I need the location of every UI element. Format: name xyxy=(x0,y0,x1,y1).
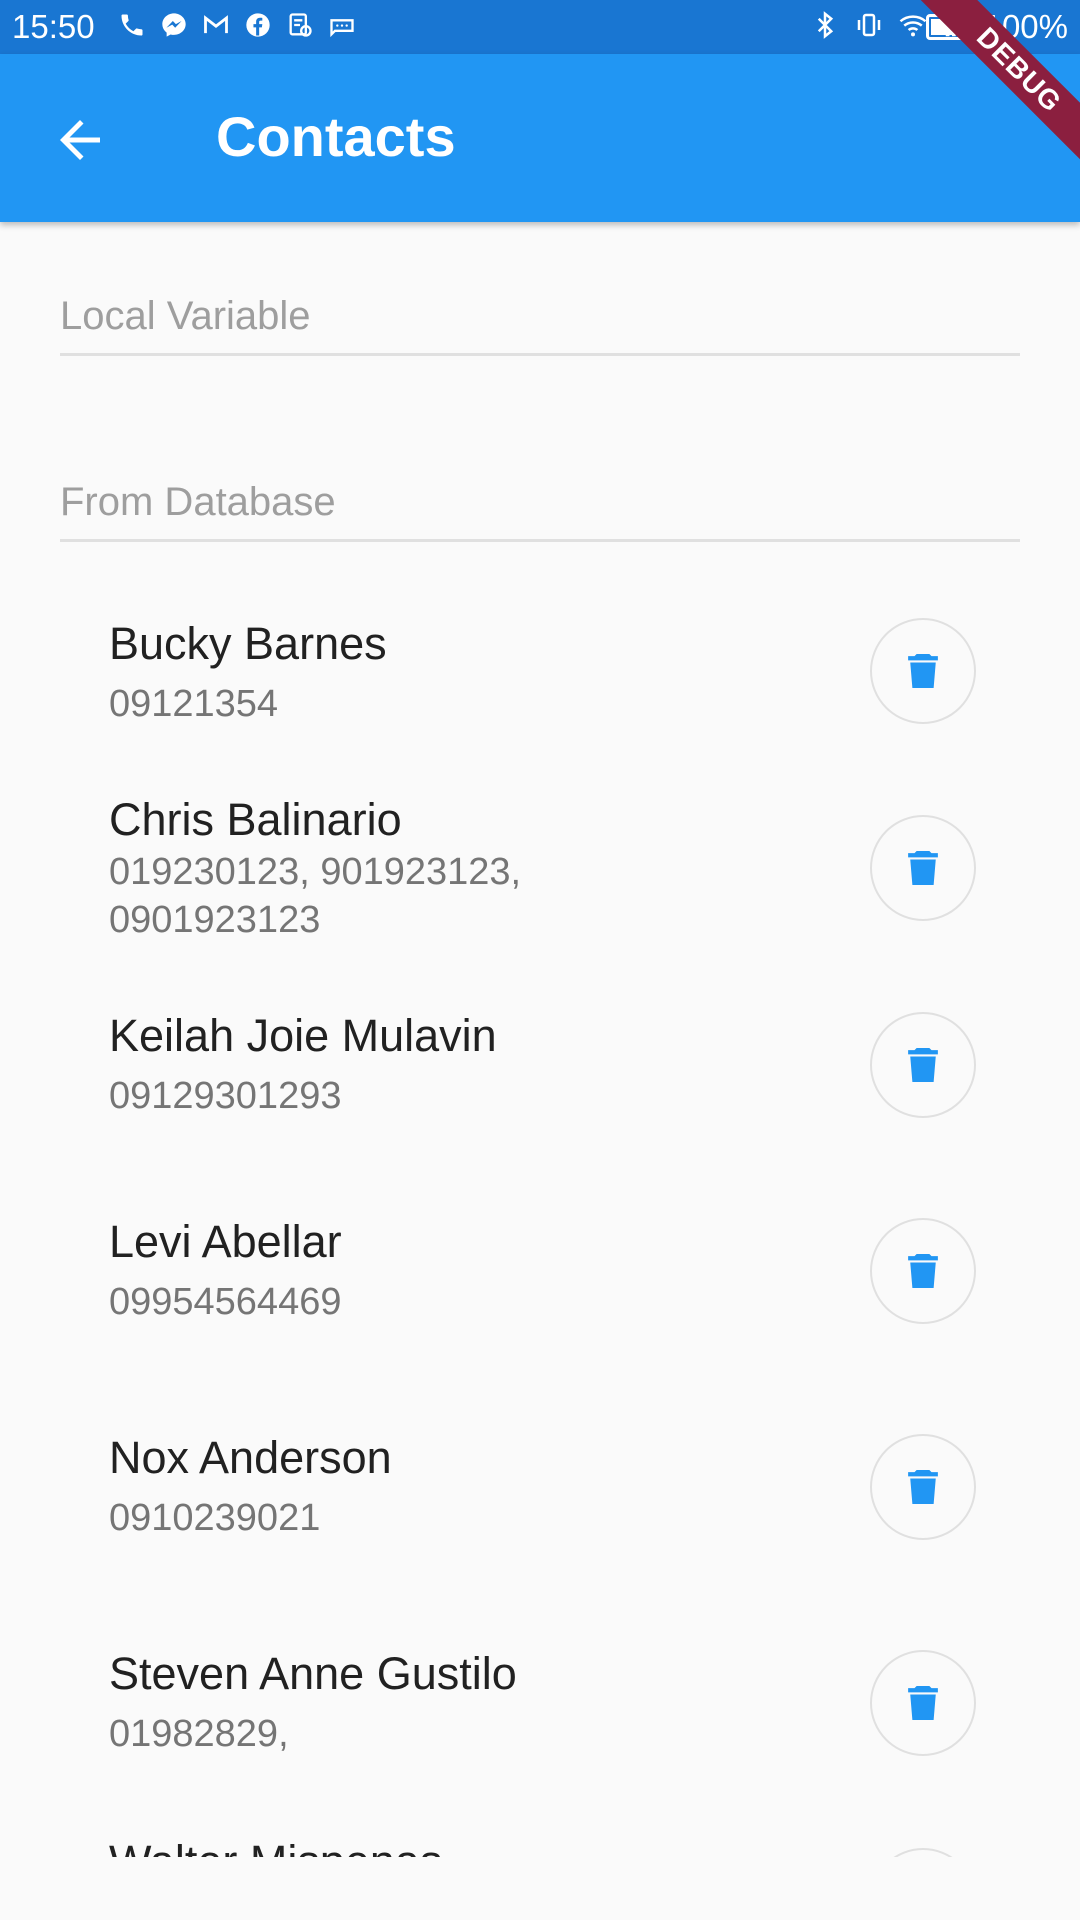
phone-call-icon xyxy=(121,14,143,36)
status-time: 15:50 xyxy=(12,8,95,45)
message-icon xyxy=(330,19,354,38)
contact-phone: 09954564469 xyxy=(109,1281,342,1323)
contact-list[interactable]: Bucky Barnes 09121354 Chris Balinario 01… xyxy=(0,560,1080,1857)
page-title: Contacts xyxy=(216,105,456,168)
contact-name: Walter Mispenas xyxy=(109,1836,442,1857)
contact-phone: 0910239021 xyxy=(109,1497,321,1539)
bluetooth-icon xyxy=(817,11,834,39)
trash-icon xyxy=(908,654,938,688)
wifi-icon xyxy=(899,15,927,37)
from-database-input[interactable] xyxy=(60,480,1020,525)
app-bar: Contacts xyxy=(0,54,1080,222)
delete-button[interactable] xyxy=(870,1218,976,1324)
contact-name: Levi Abellar xyxy=(109,1216,342,1267)
facebook-icon xyxy=(246,13,270,37)
contact-phone: 09121354 xyxy=(109,683,279,725)
list-item[interactable]: Bucky Barnes 09121354 xyxy=(0,560,1080,730)
arrow-back-icon xyxy=(60,120,100,160)
list-item[interactable]: Chris Balinario 019230123, 901923123, 09… xyxy=(0,730,1080,950)
notification-icons xyxy=(118,10,356,40)
list-item[interactable]: Nox Anderson 0910239021 xyxy=(0,1366,1080,1582)
delete-button[interactable] xyxy=(870,1012,976,1118)
contact-name: Nox Anderson xyxy=(109,1432,392,1483)
contact-phone: 019230123, 901923123, 0901923123 xyxy=(109,851,522,941)
trash-icon xyxy=(908,1470,938,1504)
contact-name: Steven Anne Gustilo xyxy=(109,1648,517,1699)
local-variable-input[interactable] xyxy=(60,294,1020,339)
back-button[interactable] xyxy=(50,110,110,170)
contact-phone: 09129301293 xyxy=(109,1075,342,1117)
delete-button[interactable] xyxy=(870,618,976,724)
trash-icon xyxy=(908,1254,938,1288)
list-item[interactable]: Keilah Joie Mulavin 09129301293 xyxy=(0,950,1080,1150)
contact-name: Bucky Barnes xyxy=(109,618,387,669)
list-item[interactable]: Steven Anne Gustilo 01982829, xyxy=(0,1582,1080,1798)
trash-icon xyxy=(908,1048,938,1082)
list-item[interactable]: Levi Abellar 09954564469 xyxy=(0,1150,1080,1366)
list-item[interactable]: Walter Mispenas xyxy=(0,1798,1080,1857)
delete-button[interactable] xyxy=(870,1650,976,1756)
contact-phone: 01982829, xyxy=(109,1713,289,1755)
delete-button[interactable] xyxy=(870,1848,976,1857)
trash-icon xyxy=(908,851,938,885)
from-database-field[interactable] xyxy=(60,452,1020,542)
delete-button[interactable] xyxy=(870,1434,976,1540)
contact-name: Chris Balinario xyxy=(109,794,402,845)
contact-name: Keilah Joie Mulavin xyxy=(109,1010,497,1061)
vibrate-icon xyxy=(857,13,881,37)
gmail-icon xyxy=(204,15,228,34)
notes-icon xyxy=(289,13,312,37)
local-variable-field[interactable] xyxy=(60,266,1020,356)
delete-button[interactable] xyxy=(870,815,976,921)
status-bar: 15:50 100% xyxy=(0,0,1080,54)
messenger-icon xyxy=(162,13,186,37)
trash-icon xyxy=(908,1686,938,1720)
